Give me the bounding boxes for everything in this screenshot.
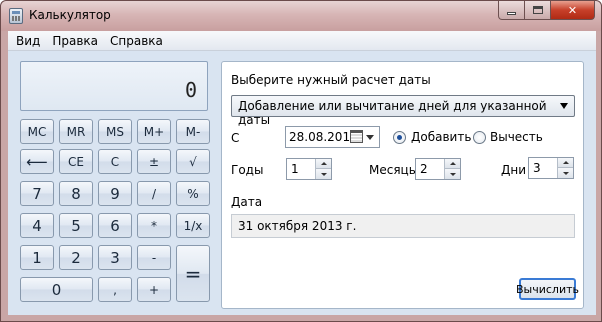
digit-4-button[interactable]: 4	[20, 213, 54, 238]
from-date-picker[interactable]: 28.08.2012	[285, 126, 380, 148]
reciprocal-button[interactable]: 1/x	[176, 213, 210, 238]
maximize-icon	[532, 6, 543, 14]
arrow-down-icon	[562, 171, 569, 175]
days-stepper[interactable]: 3	[528, 157, 574, 179]
minimize-button[interactable]	[498, 1, 525, 20]
add-radio[interactable]	[393, 131, 406, 144]
result-date-field: 31 октября 2013 г.	[231, 214, 575, 238]
months-value: 2	[420, 162, 428, 176]
mc-button[interactable]: MC	[20, 119, 54, 144]
window-controls: ✕	[498, 1, 595, 21]
calculator-window: Калькулятор ✕ Вид Правка Справка 0 MC MR…	[0, 0, 602, 322]
clear-button[interactable]: C	[98, 149, 132, 174]
result-label: Дата	[231, 195, 263, 209]
months-label: Месяцы	[369, 163, 419, 177]
subtract-radio-label[interactable]: Вычесть	[490, 130, 543, 144]
menu-view[interactable]: Вид	[10, 34, 46, 48]
multiply-button[interactable]: *	[137, 213, 171, 238]
calculation-type-value: Добавление или вычитание дней для указан…	[238, 99, 547, 127]
divide-button[interactable]: /	[137, 181, 171, 206]
minimize-icon	[507, 11, 516, 15]
sqrt-button[interactable]: √	[176, 149, 210, 174]
result-date-value: 31 октября 2013 г.	[238, 219, 357, 233]
days-value: 3	[533, 161, 541, 175]
plus-minus-button[interactable]: ±	[137, 149, 171, 174]
years-value: 1	[291, 162, 299, 176]
days-label: Дни	[501, 163, 527, 177]
digit-1-button[interactable]: 1	[20, 245, 54, 270]
from-date-value: 28.08.2012	[289, 130, 358, 144]
calendar-icon[interactable]	[350, 130, 363, 143]
m-minus-button[interactable]: M-	[176, 119, 210, 144]
arrow-down-icon	[320, 172, 327, 176]
days-increment-button[interactable]	[558, 158, 573, 168]
arrow-up-icon	[562, 161, 569, 164]
from-label: С	[231, 131, 240, 145]
plus-button[interactable]: +	[137, 277, 171, 302]
digit-7-button[interactable]: 7	[20, 181, 54, 206]
minus-button[interactable]: -	[137, 245, 171, 270]
digit-0-button[interactable]: 0	[20, 277, 93, 302]
digit-2-button[interactable]: 2	[59, 245, 93, 270]
calculate-button[interactable]: Вычислить	[516, 278, 579, 300]
client-area: 0 MC MR MS M+ M- ⟵ CE C ± √ 7 8 9 / % 4 …	[8, 51, 596, 315]
calculation-type-select[interactable]: Добавление или вычитание дней для указан…	[231, 95, 575, 127]
months-decrement-button[interactable]	[445, 169, 460, 179]
mr-button[interactable]: MR	[59, 119, 93, 144]
ms-button[interactable]: MS	[98, 119, 132, 144]
calculator-display: 0	[20, 61, 208, 111]
chevron-down-icon	[560, 103, 568, 109]
digit-6-button[interactable]: 6	[98, 213, 132, 238]
days-spin-buttons	[557, 158, 573, 178]
equals-button[interactable]: =	[176, 245, 210, 302]
years-increment-button[interactable]	[316, 159, 331, 169]
years-decrement-button[interactable]	[316, 169, 331, 179]
years-label: Годы	[231, 163, 264, 177]
backspace-button[interactable]: ⟵	[20, 149, 54, 174]
digit-8-button[interactable]: 8	[59, 181, 93, 206]
digit-3-button[interactable]: 3	[98, 245, 132, 270]
decimal-button[interactable]: ,	[98, 277, 132, 302]
arrow-down-icon	[449, 172, 456, 176]
digit-9-button[interactable]: 9	[98, 181, 132, 206]
arrow-up-icon	[320, 162, 327, 165]
months-increment-button[interactable]	[445, 159, 460, 169]
months-spin-buttons	[444, 159, 460, 179]
menu-help[interactable]: Справка	[104, 34, 169, 48]
digit-5-button[interactable]: 5	[59, 213, 93, 238]
months-stepper[interactable]: 2	[415, 158, 461, 180]
window-title: Калькулятор	[29, 8, 111, 22]
title-bar[interactable]: Калькулятор ✕	[1, 1, 601, 31]
close-button[interactable]: ✕	[551, 1, 595, 20]
years-stepper[interactable]: 1	[286, 158, 332, 180]
days-decrement-button[interactable]	[558, 168, 573, 178]
arrow-up-icon	[449, 162, 456, 165]
m-plus-button[interactable]: M+	[137, 119, 171, 144]
percent-button[interactable]: %	[176, 181, 210, 206]
subtract-radio[interactable]	[473, 131, 486, 144]
clear-entry-button[interactable]: CE	[59, 149, 93, 174]
menu-edit[interactable]: Правка	[46, 34, 104, 48]
close-icon: ✕	[567, 3, 578, 17]
add-radio-label[interactable]: Добавить	[411, 130, 471, 144]
calculation-type-label: Выберите нужный расчет даты	[231, 73, 431, 87]
menu-bar: Вид Правка Справка	[8, 31, 596, 51]
maximize-button[interactable]	[525, 1, 551, 20]
years-spin-buttons	[315, 159, 331, 179]
chevron-down-icon[interactable]	[366, 135, 374, 140]
date-calculation-panel: Выберите нужный расчет даты Добавление и…	[221, 61, 584, 309]
display-value: 0	[184, 78, 197, 102]
calculator-app-icon	[9, 8, 23, 24]
